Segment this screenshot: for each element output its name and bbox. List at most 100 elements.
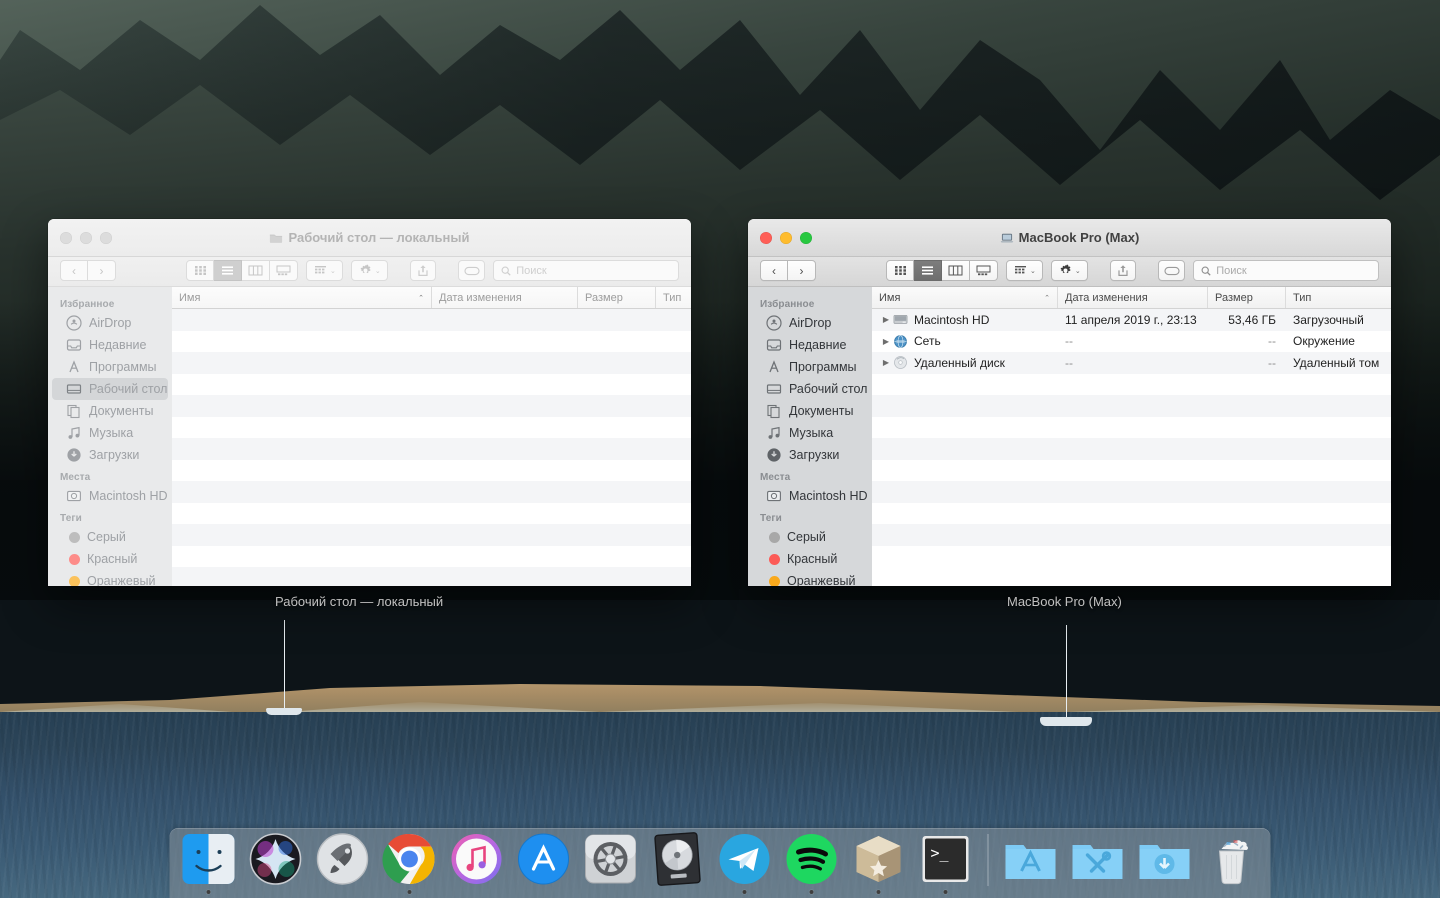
row-name-cell[interactable]: ▶ Удаленный диск — [872, 352, 1058, 374]
list-view-button[interactable] — [214, 260, 242, 281]
sidebar-item-airdrop[interactable]: AirDrop — [752, 312, 868, 334]
sidebar-item-recents[interactable]: Недавние — [752, 334, 868, 356]
dock-item-launchpad[interactable] — [314, 830, 372, 894]
dock-item-siri[interactable] — [247, 830, 305, 894]
view-mode-group[interactable] — [886, 260, 998, 281]
sidebar-item-documents[interactable]: Документы — [752, 400, 868, 422]
dock-item-spotify[interactable] — [783, 830, 841, 894]
icon-view-button[interactable] — [886, 260, 914, 281]
dock[interactable]: >_ — [170, 828, 1271, 898]
sidebar-item-applications[interactable]: Программы — [752, 356, 868, 378]
gallery-view-button[interactable] — [970, 260, 998, 281]
dock-item-unarchiver[interactable] — [850, 830, 908, 894]
window-controls[interactable] — [48, 232, 112, 244]
sidebar-item-tag-gray[interactable]: Серый — [52, 526, 168, 548]
search-field[interactable]: Поиск — [493, 260, 679, 281]
action-button[interactable]: ⌄ — [351, 260, 388, 281]
column-view-button[interactable] — [242, 260, 270, 281]
icon-view-button[interactable] — [186, 260, 214, 281]
forward-button[interactable]: › — [788, 260, 816, 281]
column-header-size[interactable]: Размер — [1208, 287, 1286, 308]
dock-folder-applications[interactable] — [1002, 830, 1060, 894]
dock-trash[interactable] — [1203, 830, 1261, 894]
arrange-button[interactable]: ⌄ — [1006, 260, 1043, 281]
sidebar-item-music[interactable]: Музыка — [752, 422, 868, 444]
sidebar-item-applications[interactable]: Программы — [52, 356, 168, 378]
column-view-button[interactable] — [942, 260, 970, 281]
dock-item-system-preferences[interactable] — [582, 830, 640, 894]
action-button[interactable]: ⌄ — [1051, 260, 1088, 281]
file-list[interactable]: Имя ⌃ Дата изменения Размер Тип — [172, 287, 691, 586]
sidebar-item-music[interactable]: Музыка — [52, 422, 168, 444]
minimize-button[interactable] — [80, 232, 92, 244]
column-header-size[interactable]: Размер — [578, 287, 656, 308]
minimize-button[interactable] — [780, 232, 792, 244]
column-header-modified[interactable]: Дата изменения — [1058, 287, 1208, 308]
sidebar-item-downloads[interactable]: Загрузки — [752, 444, 868, 466]
column-header-name[interactable]: Имя ⌃ — [172, 287, 432, 308]
sidebar-item-macintosh-hd[interactable]: Macintosh HD — [752, 485, 868, 507]
nav-buttons[interactable]: ‹ › — [60, 260, 116, 281]
close-button[interactable] — [760, 232, 772, 244]
disclosure-triangle-icon[interactable]: ▶ — [879, 337, 893, 346]
list-view-button[interactable] — [914, 260, 942, 281]
tags-button[interactable] — [458, 260, 485, 281]
row-name-cell[interactable]: ▶ Сеть — [872, 331, 1058, 353]
window-controls[interactable] — [748, 232, 812, 244]
titlebar[interactable]: Рабочий стол — локальный — [48, 219, 691, 257]
tags-button[interactable] — [1158, 260, 1185, 281]
sidebar-item-macintosh-hd[interactable]: Macintosh HD — [52, 485, 168, 507]
dock-item-chrome[interactable] — [381, 830, 439, 894]
dock-item-appstore[interactable] — [515, 830, 573, 894]
forward-button[interactable]: › — [88, 260, 116, 281]
share-button[interactable] — [410, 260, 437, 281]
sidebar[interactable]: Избранное AirDrop Недавние — [48, 287, 172, 586]
sidebar-item-airdrop[interactable]: AirDrop — [52, 312, 168, 334]
column-header-modified[interactable]: Дата изменения — [432, 287, 578, 308]
column-headers[interactable]: Имя ⌃ Дата изменения Размер Тип — [172, 287, 691, 309]
share-button[interactable] — [1110, 260, 1137, 281]
close-button[interactable] — [60, 232, 72, 244]
column-header-kind[interactable]: Тип — [656, 287, 691, 308]
arrange-button[interactable]: ⌄ — [306, 260, 343, 281]
toolbar[interactable]: ‹ › — [748, 257, 1391, 287]
back-button[interactable]: ‹ — [60, 260, 88, 281]
sidebar[interactable]: Избранное AirDrop Недавние — [748, 287, 872, 586]
dock-item-telegram[interactable] — [716, 830, 774, 894]
file-rows-empty[interactable] — [172, 309, 691, 586]
sidebar-item-tag-orange[interactable]: Оранжевый — [752, 570, 868, 586]
file-list[interactable]: Имя ⌃ Дата изменения Размер Тип — [872, 287, 1391, 586]
table-row[interactable]: ▶ Macintosh HD 11 апреля 2019 г., 23:13 … — [872, 309, 1391, 331]
finder-window-desktop-local[interactable]: Рабочий стол — локальный ‹ › — [48, 219, 691, 586]
file-rows[interactable]: ▶ Macintosh HD 11 апреля 2019 г., 23:13 … — [872, 309, 1391, 586]
sidebar-item-documents[interactable]: Документы — [52, 400, 168, 422]
titlebar[interactable]: MacBook Pro (Max) — [748, 219, 1391, 257]
table-row[interactable]: ▶ Удаленный диск -- -- Удаленный том — [872, 352, 1391, 374]
column-header-name[interactable]: Имя ⌃ — [872, 287, 1058, 308]
dock-item-itunes[interactable] — [448, 830, 506, 894]
row-name-cell[interactable]: ▶ Macintosh HD — [872, 309, 1058, 331]
back-button[interactable]: ‹ — [760, 260, 788, 281]
sidebar-item-tag-orange[interactable]: Оранжевый — [52, 570, 168, 586]
sidebar-item-downloads[interactable]: Загрузки — [52, 444, 168, 466]
search-field[interactable]: Поиск — [1193, 260, 1379, 281]
zoom-button[interactable] — [100, 232, 112, 244]
dock-item-terminal[interactable]: >_ — [917, 830, 975, 894]
table-row[interactable]: ▶ Сеть -- -- Окружение — [872, 331, 1391, 353]
disclosure-triangle-icon[interactable]: ▶ — [879, 358, 893, 367]
gallery-view-button[interactable] — [270, 260, 298, 281]
nav-buttons[interactable]: ‹ › — [760, 260, 816, 281]
dock-folder-utilities[interactable] — [1069, 830, 1127, 894]
sidebar-item-tag-red[interactable]: Красный — [52, 548, 168, 570]
column-headers[interactable]: Имя ⌃ Дата изменения Размер Тип — [872, 287, 1391, 309]
view-mode-group[interactable] — [186, 260, 298, 281]
finder-window-macbook-pro[interactable]: MacBook Pro (Max) ‹ › — [748, 219, 1391, 586]
sidebar-item-desktop[interactable]: Рабочий стол — [52, 378, 168, 400]
zoom-button[interactable] — [800, 232, 812, 244]
dock-folder-downloads[interactable] — [1136, 830, 1194, 894]
toolbar[interactable]: ‹ › — [48, 257, 691, 287]
disclosure-triangle-icon[interactable]: ▶ — [879, 315, 893, 324]
sidebar-item-tag-gray[interactable]: Серый — [752, 526, 868, 548]
sidebar-item-recents[interactable]: Недавние — [52, 334, 168, 356]
column-header-kind[interactable]: Тип — [1286, 287, 1391, 308]
